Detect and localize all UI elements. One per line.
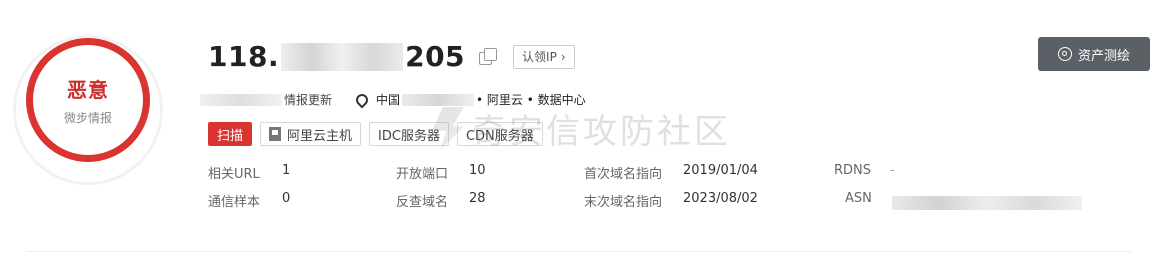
cloud-host-icon [269,127,282,141]
ip-prefix: 118. [208,40,280,73]
redacted-update-time [200,93,282,106]
stat-value-open-ports[interactable]: 10 [469,163,486,178]
stat-label-last-domain: 末次域名指向 [584,195,663,210]
location-pin-icon [353,91,371,108]
copy-icon[interactable] [479,47,498,66]
stat-label-first-domain: 首次域名指向 [584,167,663,182]
verdict-badge: 恶意 微步情报 [26,38,150,162]
stat-value-reverse-domains[interactable]: 28 [469,191,486,206]
claim-ip-label: 认领IP [522,50,557,64]
stat-value-related-url[interactable]: 1 [282,163,290,178]
tag-aliyun-host-label: 阿里云主机 [287,128,353,144]
verdict-source: 微步情报 [63,111,112,125]
stat-value-rdns: - [890,163,895,178]
stat-label-rdns: RDNS [834,163,872,178]
claim-ip-button[interactable]: 认领IP › [513,44,575,69]
divider [26,251,1131,252]
asset-mapping-button[interactable]: 资产测绘 [1038,37,1150,71]
stat-value-last-domain: 2023/08/02 [683,191,758,206]
chevron-right-icon: › [560,49,566,64]
radar-icon [1057,47,1072,61]
location-country: 中国 [376,93,401,107]
ip-address: 118. 205 [208,40,465,73]
verdict-label: 恶意 [67,78,109,102]
redacted-asn [892,196,1082,210]
stat-label-asn: ASN [845,191,872,206]
tag-aliyun-host[interactable]: 阿里云主机 [260,122,362,146]
stat-value-comm-samples[interactable]: 0 [282,191,290,206]
watermark-logo-icon [432,106,464,151]
watermark: 奇安信攻防社区 [432,104,731,153]
stat-label-open-ports: 开放端口 [396,167,449,182]
stat-label-reverse-domains: 反查域名 [396,195,449,210]
tag-scan[interactable]: 扫描 [208,122,253,146]
stat-label-related-url: 相关URL [208,167,260,182]
redacted-ip-segment [281,42,404,71]
asset-mapping-label: 资产测绘 [1077,48,1130,64]
stat-value-first-domain: 2019/01/04 [683,163,758,178]
ip-suffix: 205 [405,40,466,73]
watermark-text: 奇安信攻防社区 [472,112,731,152]
stat-label-comm-samples: 通信样本 [208,195,261,210]
ip-header: 118. 205 认领IP › [208,40,575,73]
intel-update-label: 情报更新 [284,93,333,107]
